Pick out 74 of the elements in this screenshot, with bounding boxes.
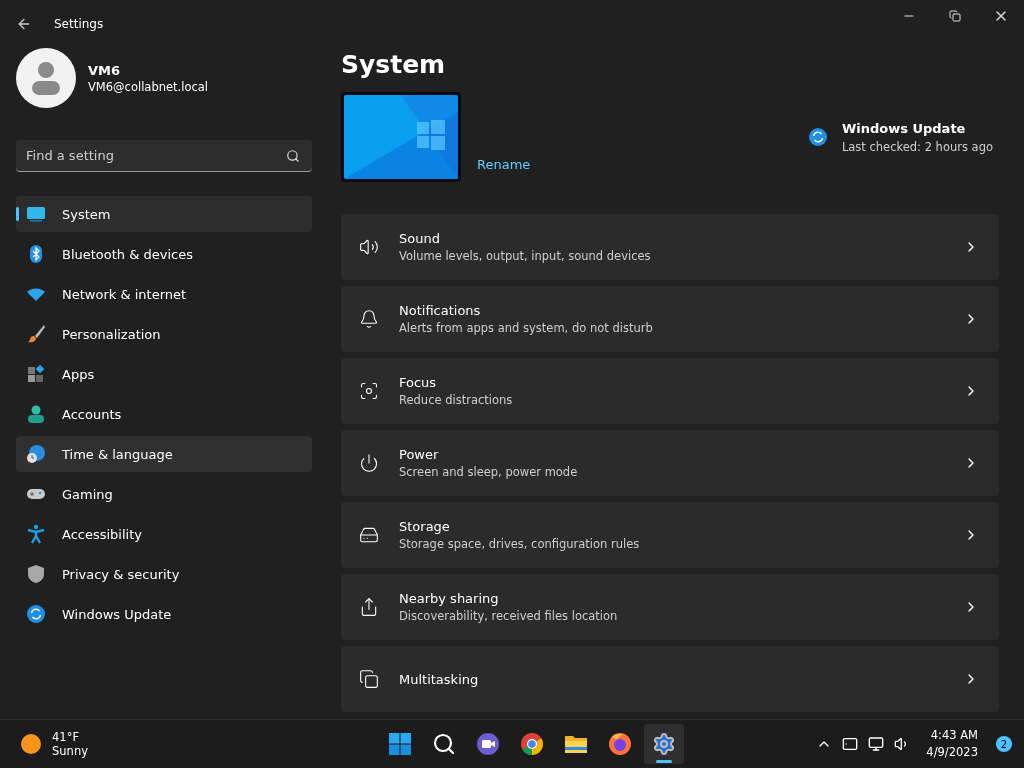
settings-icon	[652, 732, 676, 757]
rename-link[interactable]: Rename	[477, 157, 531, 172]
paintbrush-icon	[26, 324, 46, 344]
back-icon[interactable]	[16, 16, 32, 32]
settings-card[interactable]: Notifications Alerts from apps and system, do not disturb	[341, 286, 999, 352]
globe-clock-icon	[26, 444, 46, 464]
settings-card[interactable]: Sound Volume levels, output, input, sound devices	[341, 214, 999, 280]
nav-item[interactable]: Accessibility	[16, 516, 312, 552]
drive-icon	[359, 525, 379, 545]
page-title: System	[341, 49, 447, 81]
temperature: 41°F	[52, 730, 80, 745]
card-title: Notifications	[399, 303, 482, 318]
nav-item[interactable]: Accounts	[16, 396, 312, 432]
search-field[interactable]: Find a setting	[16, 140, 312, 172]
apps-icon	[26, 364, 46, 384]
settings-card[interactable]: Nearby sharing Discoverability, received files location	[341, 574, 999, 640]
nav-item[interactable]: Gaming	[16, 476, 312, 512]
settings-card[interactable]: Storage Storage space, drives, configuration rules	[341, 502, 999, 568]
windows-icon	[359, 669, 379, 689]
power-icon	[359, 453, 379, 473]
weather-condition: Sunny	[52, 744, 88, 759]
nav-item[interactable]: Personalization	[16, 316, 312, 352]
nav-item[interactable]: Apps	[16, 356, 312, 392]
share-icon	[359, 597, 379, 617]
monitor-icon	[26, 204, 46, 224]
taskbar-app[interactable]	[644, 724, 684, 765]
nav-item[interactable]: System	[16, 196, 312, 232]
search-icon	[432, 732, 456, 757]
nav-item[interactable]: Privacy & security	[16, 556, 312, 592]
card-title: Nearby sharing	[399, 591, 500, 606]
card-subtitle: Screen and sleep, power mode	[399, 465, 579, 479]
settings-card[interactable]: Power Screen and sleep, power mode	[341, 430, 999, 496]
update-icon	[807, 127, 828, 147]
video-chat-icon	[476, 732, 500, 757]
active-indicator	[656, 760, 672, 764]
card-title: Multitasking	[399, 671, 480, 687]
window-title: Settings	[54, 17, 104, 31]
browser-icon	[608, 732, 632, 757]
search-icon	[286, 149, 300, 163]
focus-icon	[359, 381, 379, 401]
card-subtitle: Discoverability, received files location	[399, 609, 619, 623]
accessibility-icon	[26, 524, 46, 544]
start-icon	[388, 732, 412, 757]
card-subtitle: Alerts from apps and system, do not disturb	[399, 321, 654, 335]
nav-item[interactable]: Bluetooth & devices	[16, 236, 312, 272]
shield-icon	[26, 564, 46, 584]
account-email: VM6@collabnet.local	[88, 79, 209, 94]
nav-item[interactable]: Time & language	[16, 436, 312, 472]
card-subtitle: Reduce distractions	[399, 393, 514, 407]
card-title: Sound	[399, 231, 441, 246]
browser-icon	[520, 732, 544, 757]
nav-item[interactable]: Windows Update	[16, 596, 312, 632]
tablet-icon[interactable]	[842, 736, 859, 753]
update-icon	[26, 604, 46, 624]
person-icon	[31, 61, 61, 95]
bell-icon	[359, 309, 379, 329]
nav-item[interactable]: Network & internet	[16, 276, 312, 312]
account-name: VM6	[88, 62, 122, 78]
notification-badge[interactable]: 2	[996, 736, 1012, 753]
card-title: Storage	[399, 519, 451, 534]
card-subtitle: Volume levels, output, input, sound devices	[399, 249, 652, 263]
speaker-icon	[359, 237, 379, 257]
card-subtitle: Storage space, drives, configuration rules	[399, 537, 641, 551]
person-icon	[26, 404, 46, 424]
selection-indicator	[16, 207, 19, 221]
sun-icon	[20, 733, 42, 756]
restore-icon	[949, 10, 961, 22]
update-title: Windows Update	[841, 120, 967, 136]
card-title: Power	[399, 447, 440, 462]
settings-card[interactable]: Focus Reduce distractions	[341, 358, 999, 424]
update-status: Last checked: 2 hours ago	[841, 139, 993, 154]
card-title: Focus	[399, 375, 438, 390]
clock[interactable]: 4:43 AM 4/9/2023	[926, 727, 978, 762]
settings-card[interactable]: Multitasking	[341, 646, 999, 712]
